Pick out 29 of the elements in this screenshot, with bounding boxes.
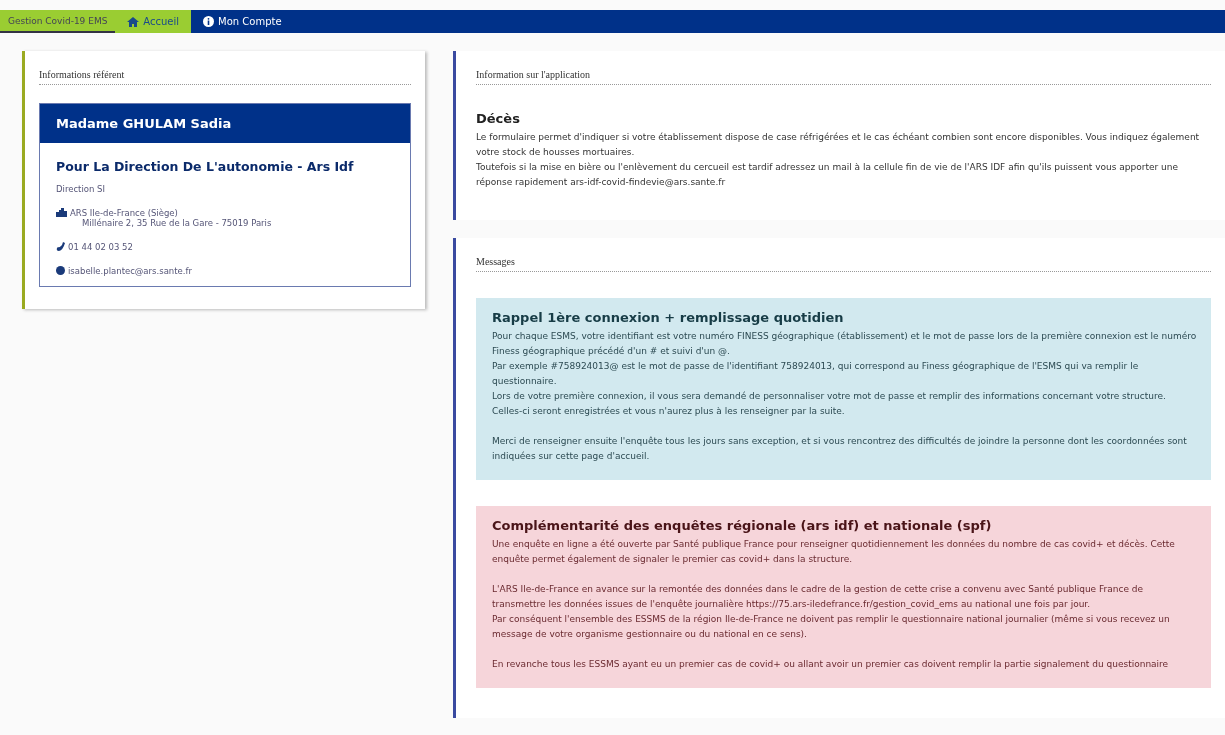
- service-name: Direction SI: [56, 184, 106, 194]
- phone-number: 01 44 02 03 52: [68, 242, 133, 252]
- nav-tab[interactable]: Accueil: [115, 10, 192, 33]
- paragraph: En revanche tous les ESSMS ayant eu un premier cas de covid+ ou allant avoir un premier cas doivent remplir la partie signalement du questionnaire: [492, 658, 1170, 671]
- message-title: Rappel 1ère connexion + remplissage quotidien: [492, 310, 845, 325]
- home-icon: [127, 16, 140, 27]
- organisation-name: Pour La Direction De L'autonomie - Ars Idf: [56, 159, 355, 174]
- paragraph: Merci de renseigner ensuite l'enquête tous les jours sans exception, et si vous rencontrez des difficultés de joindre la personne dont les coordonnées sont indiquées sur cette page d'accueil.: [492, 435, 1188, 463]
- panel-title: Information sur l'application: [476, 69, 1211, 85]
- phone-icon: [56, 242, 65, 251]
- paragraph: Toutefois si la mise en bière ou l'enlèvement du cercueil est tardif adressez un mail à la cellule fin de vie de l'ARS IDF afin qu'ils puissent vous apporter une réponse rapidement ars-idf-covid-findevie@ars.sante.fr: [476, 161, 1180, 189]
- info-icon: [203, 16, 215, 27]
- paragraph: Par exemple #758924013@ est le mot de passe de l'identifiant 758924013, qui correspond au Finess géographique de l'ESMS qui va remplir le questionnaire.: [492, 360, 1140, 388]
- app-brand[interactable]: Gestion Covid-19 EMS: [0, 10, 116, 33]
- section-heading: Décès: [476, 111, 521, 126]
- paragraph: Une enquête en ligne a été ouverte par Santé publique France pour renseigner quotidiennement les données du nombre de cas covid+ et décès. Cette enquête permet également de signaler le premier cas covid+ dans la structure.: [492, 538, 1176, 566]
- paragraph: Par conséquent l'ensemble des ESSMS de la région Ile-de-France ne doivent pas remplir le questionnaire national journalier (même si vous recevez un message de votre organisme gestionnaire ou du national en ce sens).: [492, 613, 1171, 641]
- email-link[interactable]: isabelle.plantec@ars.sante.fr: [68, 266, 192, 276]
- panel-title: Messages: [476, 256, 1211, 272]
- contact-name: Madame GHULAM Sadia: [40, 104, 410, 143]
- paragraph: Pour chaque ESMS, votre identifiant est votre numéro FINESS géographique (établissement) et le mot de passe lors de la première connexion est le numéro Finess géographique précédé d'un # et suivi d'un @.: [492, 330, 1197, 358]
- paragraph: Le formulaire permet d'indiquer si votre établissement dispose de case réfrigérées et le cas échéant combien sont encore disponibles. Vous indiquez également votre stock de housses mortuaires.: [476, 131, 1201, 159]
- paragraph: L'ARS Ile-de-France en avance sur la remontée des données dans le cadre de la gestion de cette crise a convenu avec Santé publique France de transmettre les données issues de l'enquête journalière https://75.ars-iledefrance.fr/gestion_covid_ems au national une fois par jour.: [492, 583, 1145, 611]
- paragraph: Lors de votre première connexion, il vous sera demandé de personnaliser votre mot de passe et remplir des informations concernant votre structure. Celles-ci seront enregistrées et vous n'aurez plus à les renseigner par la suite.: [492, 390, 1167, 418]
- message-title: Complémentarité des enquêtes régionale (ars idf) et nationale (spf): [492, 518, 993, 533]
- address-text: Millénaire 2, 35 Rue de la Gare - 75019 Paris: [82, 218, 272, 228]
- panel-title: Informations référent: [39, 69, 411, 85]
- building-icon: [56, 208, 67, 217]
- address-name: ARS Ile-de-France (Siège): [70, 208, 179, 218]
